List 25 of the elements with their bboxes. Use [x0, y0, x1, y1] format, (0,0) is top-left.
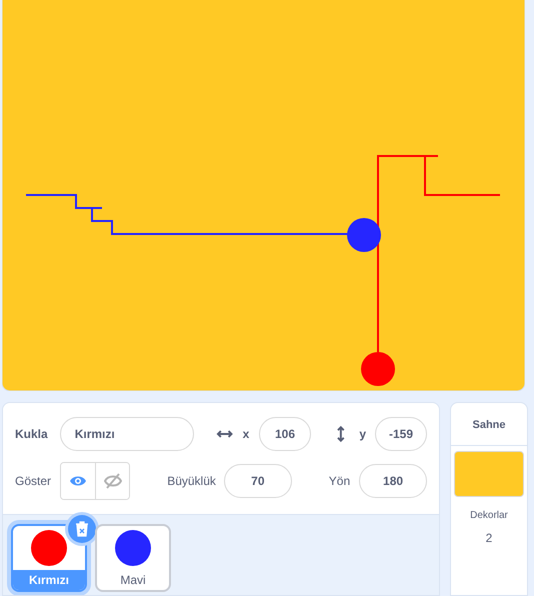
eye-icon — [69, 475, 88, 487]
x-field[interactable]: 106 — [259, 417, 311, 451]
direction-label: Yön — [328, 474, 350, 488]
sprite-name-field[interactable]: Kırmızı — [60, 417, 194, 451]
backdrops-count: 2 — [486, 531, 492, 545]
sprite[interactable] — [347, 218, 381, 252]
trash-icon — [75, 521, 89, 537]
x-label: x — [242, 427, 250, 441]
direction-field[interactable]: 180 — [359, 464, 427, 498]
size-label: Büyüklük — [167, 474, 216, 488]
eye-crossed-icon — [104, 473, 122, 489]
backdrops-label: Dekorlar — [470, 510, 508, 521]
sprite[interactable] — [361, 352, 395, 386]
y-field[interactable]: -159 — [375, 417, 427, 451]
size-field[interactable]: 70 — [224, 464, 292, 498]
hide-button[interactable] — [95, 463, 130, 499]
sprite-tile[interactable]: Mavi — [95, 524, 171, 592]
sprite-label: Kukla — [15, 427, 48, 441]
y-label: y — [359, 427, 366, 441]
backdrop-thumbnail[interactable] — [454, 451, 524, 497]
delete-button[interactable] — [68, 515, 96, 543]
stage-title: Sahne — [451, 403, 527, 446]
show-label: Göster — [15, 474, 52, 488]
horizontal-arrows-icon — [216, 429, 234, 439]
vertical-arrows-icon — [336, 425, 346, 443]
